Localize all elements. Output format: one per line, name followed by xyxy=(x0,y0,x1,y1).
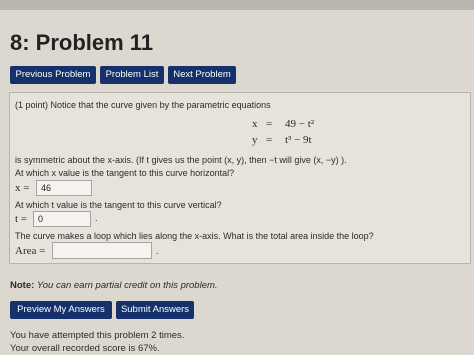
question-loop-area: The curve makes a loop which lies along … xyxy=(15,231,374,241)
problem-list-button[interactable]: Problem List xyxy=(100,66,164,84)
previous-problem-button[interactable]: Previous Problem xyxy=(10,66,96,84)
equation-x-variable: x xyxy=(252,118,258,130)
preview-answers-button[interactable]: Preview My Answers xyxy=(10,301,112,319)
browser-top-strip xyxy=(0,0,474,10)
area-answer-input[interactable] xyxy=(52,242,152,259)
x-answer-input[interactable]: 46 xyxy=(36,180,92,196)
symmetry-statement: is symmetric about the x-axis. (If t giv… xyxy=(15,155,347,165)
partial-credit-note: Note: You can earn partial credit on thi… xyxy=(10,280,218,291)
submit-answers-button[interactable]: Submit Answers xyxy=(116,301,194,319)
period-after-area: . xyxy=(156,246,159,256)
equation-y-equals: = xyxy=(266,134,273,146)
next-problem-button[interactable]: Next Problem xyxy=(168,66,236,84)
t-answer-label: t = xyxy=(15,213,28,225)
t-answer-input[interactable]: 0 xyxy=(33,211,91,227)
score-status: Your overall recorded score is 67%. xyxy=(10,343,160,354)
page-title: 8: Problem 11 xyxy=(10,30,154,55)
period-after-t: . xyxy=(95,213,98,223)
question-horizontal-tangent: At which x value is the tangent to this … xyxy=(15,168,235,178)
equation-x-rhs: 49 − t² xyxy=(285,118,315,130)
problem-intro: (1 point) Notice that the curve given by… xyxy=(15,100,271,110)
area-answer-label: Area = xyxy=(15,245,46,257)
x-answer-label: x = xyxy=(15,182,30,194)
note-label: Note: xyxy=(10,280,35,291)
note-text: You can earn partial credit on this prob… xyxy=(36,280,218,291)
equation-x-equals: = xyxy=(266,118,273,130)
equation-y-variable: y xyxy=(252,134,258,146)
attempts-status: You have attempted this problem 2 times. xyxy=(10,330,185,341)
equation-y-rhs: t³ − 9t xyxy=(285,134,312,146)
question-vertical-tangent: At which t value is the tangent to this … xyxy=(15,200,222,210)
